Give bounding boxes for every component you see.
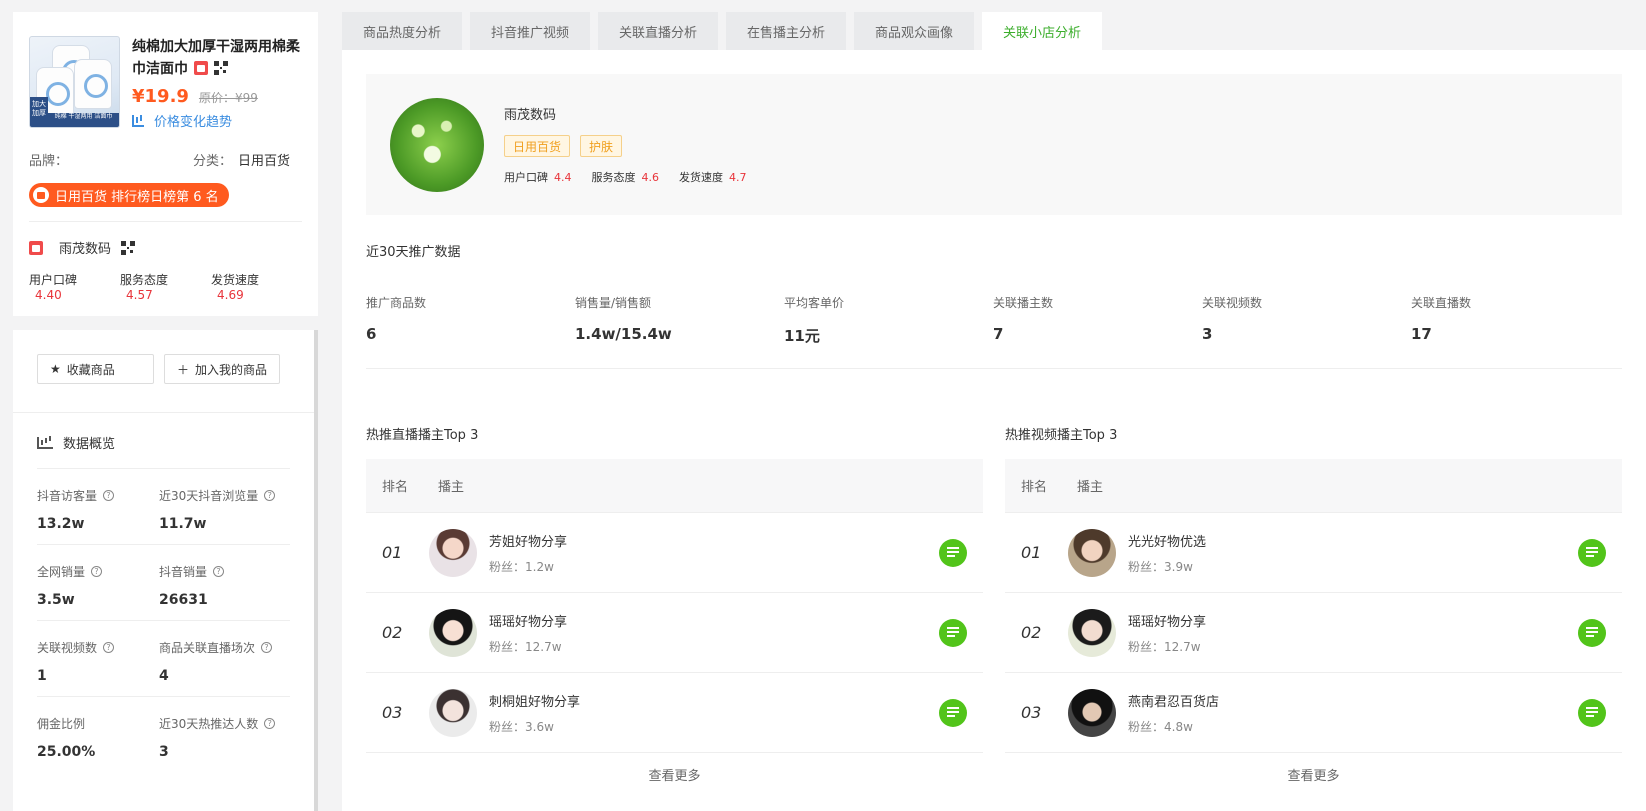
tab-audience[interactable]: 商品观众画像 — [854, 12, 974, 50]
shop-tag: 日用百货 — [504, 135, 571, 157]
original-price: 原价：¥99 — [198, 91, 258, 105]
qr-code-icon[interactable] — [121, 240, 136, 255]
shop-icon[interactable] — [194, 61, 208, 75]
promo-title: 近30天推广数据 — [366, 245, 461, 260]
price-trend-label: 价格变化趋势 — [154, 115, 233, 130]
shop-tag: 护肤 — [580, 135, 623, 157]
plus-icon: ＋ — [176, 362, 189, 377]
shop-icon[interactable] — [29, 240, 43, 255]
detail-list-icon[interactable] — [1578, 699, 1606, 727]
table-header: 排名 播主 — [366, 459, 983, 513]
product-price: ¥19.9 — [132, 86, 189, 107]
product-thumbnail[interactable]: 加大加厚 纯棉 干湿两用 洁面巾 — [29, 36, 120, 128]
avatar[interactable] — [1068, 608, 1116, 657]
thumb-strip: 纯棉 干湿两用 洁面巾 — [48, 113, 119, 127]
chart-icon — [132, 114, 144, 127]
shop-name[interactable]: 雨茂数码 — [504, 104, 767, 123]
price-trend-link[interactable]: 价格变化趋势 — [132, 111, 302, 130]
table-row[interactable]: 03 燕南君忍百货店 粉丝：4.8w — [1005, 673, 1622, 753]
table-row[interactable]: 03 刺桐姐好物分享 粉丝：3.6w — [366, 673, 983, 753]
shop-card: 雨茂数码 日用百货 护肤 用户口碑 4.4 服务态度 4.6 发货速度 4.7 — [366, 74, 1622, 215]
rank-badge-text: 日用百货 排行榜日榜第 6 名 — [55, 189, 219, 205]
main-content: 雨茂数码 日用百货 护肤 用户口碑 4.4 服务态度 4.6 发货速度 4.7 近30… — [342, 50, 1646, 811]
view-more-link[interactable]: 查看更多 — [1005, 765, 1622, 784]
bar-chart-icon — [37, 436, 53, 449]
shop-scores: 用户口碑 4.4 服务态度 4.6 发货速度 4.7 — [504, 171, 747, 184]
product-sidebar: 加大加厚 纯棉 干湿两用 洁面巾 纯棉加大加厚干湿两用棉柔巾洁面巾 ¥19.9 … — [13, 12, 318, 811]
table-header: 排名 播主 — [1005, 459, 1622, 513]
analysis-tabs: 商品热度分析 抖音推广视频 关联直播分析 在售播主分析 商品观众画像 关联小店分… — [342, 12, 1110, 50]
detail-list-icon[interactable] — [1578, 619, 1606, 647]
star-icon: ★ — [50, 362, 61, 376]
detail-list-icon[interactable] — [939, 619, 967, 647]
detail-list-icon[interactable] — [1578, 539, 1606, 567]
add-product-button[interactable]: ＋加入我的商品 — [163, 354, 280, 384]
help-icon[interactable]: ? — [91, 566, 103, 577]
shop-avatar[interactable] — [390, 97, 484, 192]
avatar[interactable] — [429, 528, 477, 577]
shopping-bag-icon — [33, 187, 49, 203]
table-row[interactable]: 01 光光好物优选 粉丝：3.9w — [1005, 513, 1622, 593]
overview-grid: 抖音访客量? 13.2w 近30天抖音浏览量? 11.7w 全网销量? 3.5w 抖音… — [37, 468, 290, 772]
avatar[interactable] — [429, 608, 477, 657]
help-icon[interactable]: ? — [103, 490, 115, 501]
detail-list-icon[interactable] — [939, 539, 967, 567]
favorite-button[interactable]: ★ 收藏商品 — [37, 354, 154, 384]
left-shop-scores: 用户口碑4.40 服务态度4.57 发货速度4.69 — [29, 273, 260, 302]
table-row[interactable]: 01 芳姐好物分享 粉丝：1.2w — [366, 513, 983, 593]
help-icon[interactable]: ? — [264, 490, 276, 501]
top-live-title: 热推直播播主Top 3 — [366, 428, 479, 443]
overview-title: 数据概览 — [63, 437, 116, 452]
category-value: 日用百货 — [238, 154, 291, 169]
help-icon[interactable]: ? — [264, 718, 276, 729]
top-live-hosts: 热推直播播主Top 3 排名 播主 01 芳姐好物分享 粉丝：1.2w 02 瑶瑶… — [366, 424, 983, 784]
product-card: 加大加厚 纯棉 干湿两用 洁面巾 纯棉加大加厚干湿两用棉柔巾洁面巾 ¥19.9 … — [13, 12, 318, 316]
avatar[interactable] — [1068, 688, 1116, 737]
tab-hosts[interactable]: 在售播主分析 — [726, 12, 846, 50]
top-video-hosts: 热推视频播主Top 3 排名 播主 01 光光好物优选 粉丝：3.9w 02 瑶瑶… — [1005, 424, 1622, 784]
table-row[interactable]: 02 瑶瑶好物分享 粉丝：12.7w — [366, 593, 983, 673]
rank-badge[interactable]: 日用百货 排行榜日榜第 6 名 — [29, 183, 229, 207]
view-more-link[interactable]: 查看更多 — [366, 765, 983, 784]
top-video-title: 热推视频播主Top 3 — [1005, 428, 1118, 443]
category-label: 分类： 日用百货 — [193, 154, 291, 169]
avatar[interactable] — [429, 688, 477, 737]
help-icon[interactable]: ? — [103, 642, 115, 653]
tab-douyin-video[interactable]: 抖音推广视频 — [470, 12, 590, 50]
help-icon[interactable]: ? — [213, 566, 225, 577]
tab-live[interactable]: 关联直播分析 — [598, 12, 718, 50]
overview-card: ★ 收藏商品 ＋加入我的商品 数据概览 抖音访客量? 13.2w 近30天抖音浏览量… — [13, 330, 318, 811]
table-row[interactable]: 02 瑶瑶好物分享 粉丝：12.7w — [1005, 593, 1622, 673]
tab-shop-analysis[interactable]: 关联小店分析 — [982, 12, 1102, 50]
brand-label: 品牌： — [29, 154, 69, 169]
left-shop-name[interactable]: 雨茂数码 — [59, 238, 111, 257]
product-title[interactable]: 纯棉加大加厚干湿两用棉柔巾洁面巾 — [132, 36, 302, 80]
detail-list-icon[interactable] — [939, 699, 967, 727]
thumb-tag: 加大加厚 — [30, 97, 48, 127]
tab-heat[interactable]: 商品热度分析 — [342, 12, 462, 50]
promo-stats: 推广商品数 6 销售量/销售额 1.4w/15.4w 平均客单价 11元 关联播主数 7… — [366, 294, 1622, 369]
help-icon[interactable]: ? — [261, 642, 273, 653]
divider — [29, 221, 302, 222]
qr-code-icon[interactable] — [214, 61, 228, 75]
avatar[interactable] — [1068, 528, 1116, 577]
